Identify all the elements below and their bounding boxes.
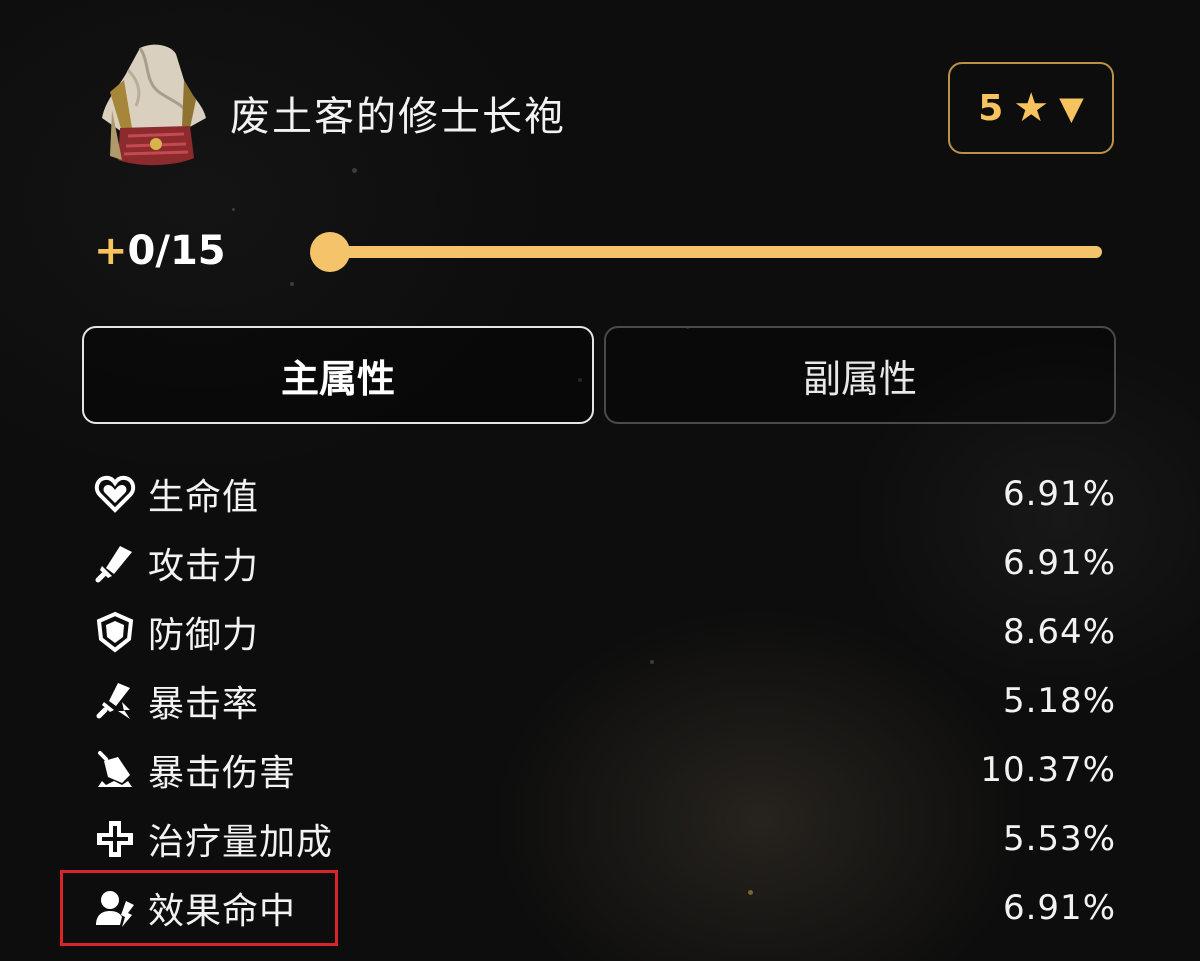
stat-value: 8.64%	[1002, 612, 1116, 652]
stat-row-healing[interactable]: 治疗量加成 5.53%	[92, 809, 1116, 869]
level-text: 0/15	[127, 228, 226, 274]
stat-name: 防御力	[148, 615, 260, 656]
tab-sub-stats[interactable]: 副属性	[604, 326, 1116, 424]
healing-cross-icon	[92, 816, 138, 862]
stat-name: 攻击力	[148, 546, 260, 587]
relic-name: 废土客的修士长袍	[230, 94, 566, 140]
stat-value: 6.91%	[1002, 474, 1116, 514]
relic-stat-panel: 废土客的修士长袍 5 ★ ▼ +0/15 主属性 副属性 生命值 6.91% 攻…	[0, 0, 1200, 961]
stat-value: 5.53%	[1002, 819, 1116, 859]
star-icon: ★	[1013, 85, 1050, 131]
heart-icon	[92, 471, 138, 517]
stat-row-def[interactable]: 防御力 8.64%	[92, 602, 1116, 662]
slider-thumb[interactable]	[310, 232, 350, 272]
chevron-down-icon: ▼	[1059, 89, 1084, 127]
relic-robe-image	[92, 40, 210, 170]
tab-main-stats-label: 主属性	[280, 356, 395, 401]
shield-icon	[92, 609, 138, 655]
stat-value: 6.91%	[1002, 888, 1116, 928]
background-speck	[352, 168, 357, 173]
rarity-dropdown[interactable]: 5 ★ ▼	[948, 62, 1114, 154]
stat-name: 生命值	[148, 477, 260, 518]
stat-row-crit-rate[interactable]: 暴击率 5.18%	[92, 671, 1116, 731]
tab-sub-stats-label: 副属性	[802, 356, 917, 401]
crit-damage-icon	[92, 747, 138, 793]
stat-row-atk[interactable]: 攻击力 6.91%	[92, 533, 1116, 593]
background-speck	[232, 208, 235, 211]
crit-rate-icon	[92, 678, 138, 724]
stat-value: 10.37%	[980, 750, 1116, 790]
stat-name: 暴击伤害	[148, 753, 297, 794]
stat-name: 暴击率	[148, 684, 260, 725]
sword-icon	[92, 540, 138, 586]
highlight-box	[60, 870, 338, 946]
level-label: +0/15	[94, 228, 226, 274]
tab-main-stats[interactable]: 主属性	[82, 326, 594, 424]
stat-name: 治疗量加成	[148, 822, 334, 863]
level-plus-sign: +	[94, 228, 128, 274]
slider-track	[312, 246, 1102, 258]
stat-value: 6.91%	[1002, 543, 1116, 583]
background-speck	[290, 282, 294, 286]
rarity-value: 5	[978, 87, 1004, 129]
stat-row-hp[interactable]: 生命值 6.91%	[92, 464, 1116, 524]
level-slider[interactable]	[310, 232, 1102, 272]
stat-value: 5.18%	[1002, 681, 1116, 721]
stat-row-crit-dmg[interactable]: 暴击伤害 10.37%	[92, 740, 1116, 800]
